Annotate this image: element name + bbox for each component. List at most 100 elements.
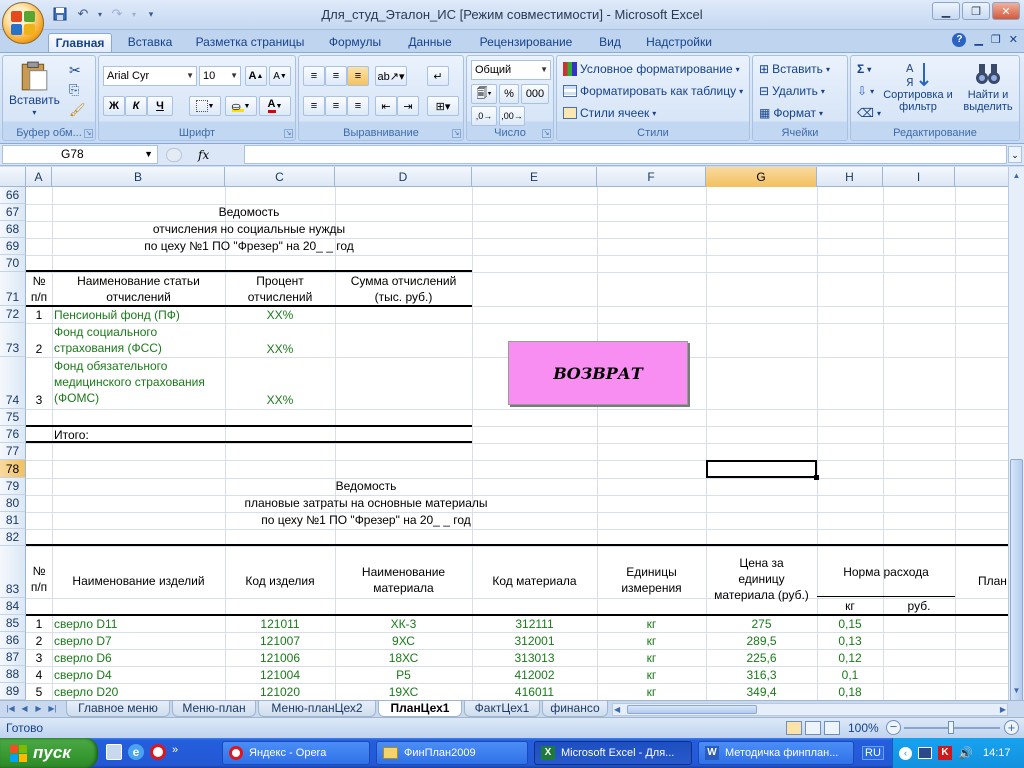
next-sheet-icon[interactable]: ▶ bbox=[32, 702, 45, 716]
taskbar-item-word[interactable]: W Методичка финплан... bbox=[698, 741, 854, 765]
column-header-h[interactable]: H bbox=[817, 167, 883, 187]
selected-cell-g78[interactable] bbox=[706, 460, 819, 480]
sheet-tab[interactable]: Меню-планЦех2 bbox=[258, 701, 376, 717]
sheet-tab[interactable]: Главное меню bbox=[66, 701, 170, 717]
row-header[interactable]: 89 bbox=[0, 683, 26, 700]
insert-cells-button[interactable]: ⊞ Вставить ▾ bbox=[759, 62, 830, 76]
row-header[interactable]: 67 bbox=[0, 204, 26, 221]
column-header-j[interactable] bbox=[955, 167, 1008, 187]
merge-center-button[interactable]: ⊞▾ bbox=[427, 96, 459, 116]
volume-icon[interactable]: 🔊 bbox=[958, 746, 973, 760]
zoom-out-icon[interactable]: − bbox=[886, 720, 901, 735]
insert-function-icon[interactable]: fx bbox=[198, 148, 209, 162]
row-header[interactable]: 74 bbox=[0, 357, 26, 409]
row-header[interactable]: 81 bbox=[0, 512, 26, 529]
close-button[interactable]: ✕ bbox=[992, 2, 1020, 20]
font-launcher-icon[interactable]: ↘ bbox=[284, 129, 293, 138]
tab-home[interactable]: Главная bbox=[48, 33, 112, 52]
align-middle-button[interactable]: ≡ bbox=[325, 66, 347, 86]
column-header-g[interactable]: G bbox=[706, 167, 817, 187]
row-header[interactable]: 80 bbox=[0, 495, 26, 512]
number-format-combo[interactable]: Общий ▼ bbox=[471, 60, 551, 80]
ribbon-restore-icon[interactable]: ❐ bbox=[991, 33, 1001, 47]
align-right-button[interactable]: ≡ bbox=[347, 96, 369, 116]
taskbar-item-finplan[interactable]: ФинПлан2009 bbox=[376, 741, 528, 765]
network-icon[interactable] bbox=[918, 747, 932, 759]
align-bottom-button[interactable]: ≡ bbox=[347, 66, 369, 86]
row-header[interactable]: 75 bbox=[0, 409, 26, 426]
horizontal-scroll-thumb[interactable] bbox=[627, 705, 757, 714]
formula-input[interactable] bbox=[244, 145, 1007, 164]
sheet-tab[interactable]: ФактЦех1 bbox=[464, 701, 540, 717]
tab-view[interactable]: Вид bbox=[590, 33, 630, 52]
help-icon[interactable]: ? bbox=[952, 33, 967, 47]
font-size-combo[interactable]: 10 ▼ bbox=[199, 66, 241, 86]
last-sheet-icon[interactable]: ▶| bbox=[46, 702, 59, 716]
fill-button[interactable]: ⇩ ▾ bbox=[857, 84, 874, 98]
scroll-up-icon[interactable]: ▲ bbox=[1010, 169, 1023, 183]
format-as-table-button[interactable]: Форматировать как таблицу ▾ bbox=[563, 84, 743, 98]
internet-explorer-icon[interactable]: e bbox=[128, 744, 144, 760]
column-header-d[interactable]: D bbox=[335, 167, 472, 187]
ribbon-minimize-icon[interactable]: ▁ bbox=[974, 33, 982, 47]
font-name-combo[interactable]: Arial Cyr ▼ bbox=[103, 66, 197, 86]
language-indicator[interactable]: RU bbox=[862, 746, 884, 760]
conditional-formatting-button[interactable]: Условное форматирование ▾ bbox=[563, 62, 740, 76]
sheet-tab-active[interactable]: ПланЦех1 bbox=[378, 701, 462, 717]
first-sheet-icon[interactable]: |◀ bbox=[4, 702, 17, 716]
row-header[interactable]: 72 bbox=[0, 306, 26, 323]
align-top-button[interactable]: ≡ bbox=[303, 66, 325, 86]
number-launcher-icon[interactable]: ↘ bbox=[542, 129, 551, 138]
column-header-f[interactable]: F bbox=[597, 167, 706, 187]
row-header[interactable]: 77 bbox=[0, 443, 26, 460]
row-header[interactable]: 78 bbox=[0, 460, 26, 478]
start-button[interactable]: пуск bbox=[0, 738, 98, 768]
orientation-button[interactable]: ab↗▾ bbox=[375, 66, 407, 86]
quick-launch-more-icon[interactable]: » bbox=[172, 744, 178, 760]
find-select-button[interactable]: Найти и выделить bbox=[957, 60, 1019, 113]
view-page-break-icon[interactable] bbox=[824, 721, 840, 735]
column-header-a[interactable]: A bbox=[26, 167, 52, 187]
prev-sheet-icon[interactable]: ◀ bbox=[18, 702, 31, 716]
bold-button[interactable]: Ж bbox=[103, 96, 125, 116]
taskbar-item-excel[interactable]: X Microsoft Excel - Для... bbox=[534, 741, 692, 765]
vertical-scroll-thumb[interactable] bbox=[1010, 459, 1023, 719]
minimize-button[interactable]: ▁ bbox=[932, 2, 960, 20]
antivirus-icon[interactable]: K bbox=[938, 746, 952, 760]
vertical-scrollbar[interactable]: ▲ ▼ bbox=[1008, 167, 1024, 719]
row-header[interactable]: 69 bbox=[0, 238, 26, 255]
delete-cells-button[interactable]: ⊟ Удалить ▾ bbox=[759, 84, 825, 98]
row-header[interactable]: 84 bbox=[0, 598, 26, 615]
alignment-launcher-icon[interactable]: ↘ bbox=[452, 129, 461, 138]
show-desktop-icon[interactable] bbox=[106, 744, 122, 760]
zoom-level[interactable]: 100% bbox=[848, 721, 879, 735]
scroll-left-icon[interactable]: ◀ bbox=[614, 704, 620, 715]
paste-button[interactable]: Вставить ▾ bbox=[9, 60, 60, 117]
format-cells-button[interactable]: ▦ Формат ▾ bbox=[759, 106, 823, 120]
maximize-button[interactable]: ❐ bbox=[962, 2, 990, 20]
column-header-e[interactable]: E bbox=[472, 167, 597, 187]
increase-decimal-button[interactable]: ,0→ bbox=[471, 106, 497, 126]
row-header[interactable]: 87 bbox=[0, 649, 26, 666]
font-color-button[interactable]: A ▼ bbox=[259, 96, 291, 116]
scroll-right-icon[interactable]: ▶ bbox=[1000, 704, 1006, 715]
column-header-b[interactable]: B bbox=[52, 167, 225, 187]
view-normal-icon[interactable] bbox=[786, 721, 802, 735]
decrease-indent-button[interactable]: ⇤ bbox=[375, 96, 397, 116]
row-header[interactable]: 71 bbox=[0, 272, 26, 306]
tab-page-layout[interactable]: Разметка страницы bbox=[188, 33, 312, 52]
row-header[interactable]: 68 bbox=[0, 221, 26, 238]
align-left-button[interactable]: ≡ bbox=[303, 96, 325, 116]
office-button[interactable] bbox=[2, 2, 44, 44]
row-header[interactable]: 82 bbox=[0, 529, 26, 546]
grow-font-button[interactable]: A ▲ bbox=[245, 66, 267, 86]
row-header[interactable]: 76 bbox=[0, 426, 26, 443]
view-page-layout-icon[interactable] bbox=[805, 721, 821, 735]
row-header[interactable]: 86 bbox=[0, 632, 26, 649]
sheet-tab[interactable]: Меню-план bbox=[172, 701, 256, 717]
cut-icon[interactable]: ✂ bbox=[69, 62, 81, 79]
row-header[interactable]: 66 bbox=[0, 187, 26, 204]
select-all-corner[interactable] bbox=[0, 167, 26, 187]
align-center-button[interactable]: ≡ bbox=[325, 96, 347, 116]
tab-formulas[interactable]: Формулы bbox=[320, 33, 390, 52]
